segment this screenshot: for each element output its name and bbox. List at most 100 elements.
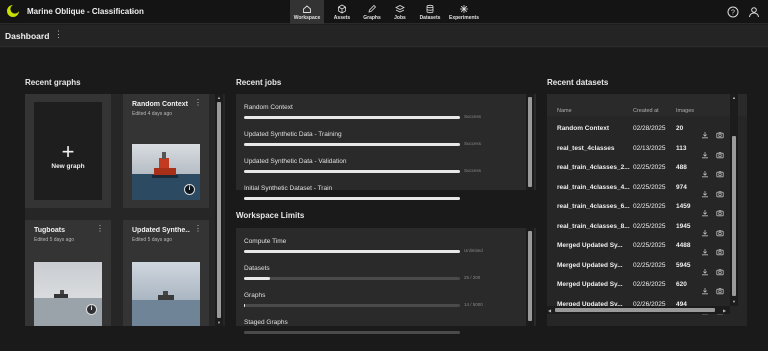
column-header-images[interactable]: Images: [676, 108, 694, 114]
table-row[interactable]: Merged Updated Sy... 02/25/2025 4488: [547, 239, 730, 258]
camera-icon[interactable]: [716, 243, 724, 256]
scroll-up-icon[interactable]: ▲: [732, 95, 736, 100]
tab-label: Assets: [333, 14, 351, 21]
scrollbar-thumb[interactable]: [217, 102, 221, 318]
camera-icon[interactable]: [716, 165, 724, 178]
dataset-name[interactable]: real_train_4classes_6...: [557, 203, 631, 210]
camera-icon[interactable]: [716, 204, 724, 217]
scroll-up-icon[interactable]: ▲: [217, 95, 221, 100]
job-row[interactable]: Updated Synthetic Data - Training Success: [236, 129, 522, 155]
graph-card[interactable]: Random Context Edited 4 days ago ⋮ i: [123, 94, 209, 208]
job-row[interactable]: Updated Synthetic Data - Validation Succe…: [236, 156, 522, 182]
tab-datasets[interactable]: Datasets: [416, 0, 444, 24]
svg-text:?: ?: [731, 10, 735, 17]
cube-icon: [338, 4, 346, 13]
camera-icon[interactable]: [716, 126, 724, 139]
job-status: Success: [464, 114, 482, 119]
limit-usage-fill: [244, 250, 460, 253]
limit-row: Staged Graphs: [236, 317, 522, 343]
scrollbar-thumb[interactable]: [528, 97, 532, 187]
new-graph-card[interactable]: + New graph: [25, 94, 111, 208]
download-icon[interactable]: [701, 282, 709, 295]
user-icon[interactable]: [748, 6, 760, 18]
sparkle-icon: [460, 4, 468, 13]
more-options-icon[interactable]: ⋮: [194, 98, 202, 107]
more-options-icon[interactable]: ⋮: [96, 224, 104, 233]
camera-icon[interactable]: [716, 224, 724, 236]
download-icon[interactable]: [701, 224, 709, 236]
top-navigation-bar: Marine Oblique - Classification ⌄ Worksp…: [0, 0, 768, 24]
tab-workspace[interactable]: Workspace: [290, 0, 324, 24]
job-name: Random Context: [244, 104, 293, 111]
page-header-bar: [0, 25, 768, 47]
tab-assets[interactable]: Assets: [328, 0, 356, 24]
tab-experiments[interactable]: Experiments: [447, 0, 481, 24]
table-row[interactable]: Random Context 02/28/2025 20: [547, 122, 730, 141]
scrollbar-thumb[interactable]: [555, 308, 715, 312]
chevron-down-icon[interactable]: ⌄: [129, 6, 136, 15]
dataset-name[interactable]: real_test_4classes: [557, 145, 631, 152]
camera-icon[interactable]: [716, 146, 724, 158]
graph-thumbnail: [34, 262, 102, 326]
table-row[interactable]: real_train_4classes_8... 02/25/2025 1945: [547, 220, 730, 239]
workspace-limits-panel: Compute Time Unlimited Datasets 25 / 200 Gra…: [236, 228, 536, 334]
dataset-name[interactable]: Merged Updated Sy...: [557, 281, 631, 288]
more-options-icon[interactable]: ⋮: [194, 224, 202, 233]
scrollbar-thumb[interactable]: [732, 136, 736, 296]
datasets-horizontal-scrollbar[interactable]: ◀ ▶: [547, 306, 730, 314]
table-row[interactable]: real_test_4classes 02/13/2025 113: [547, 142, 730, 161]
table-row[interactable]: real_train_4classes_6... 02/25/2025 1459: [547, 200, 730, 219]
help-icon[interactable]: ?: [727, 6, 739, 18]
scroll-down-icon[interactable]: ▼: [217, 320, 221, 325]
info-icon[interactable]: i: [184, 184, 195, 195]
job-progress-fill: [244, 170, 460, 173]
info-icon[interactable]: i: [86, 304, 97, 315]
limits-scrollbar[interactable]: [526, 228, 534, 326]
download-icon[interactable]: [701, 165, 709, 178]
download-icon[interactable]: [701, 146, 709, 158]
scroll-down-icon[interactable]: ▼: [732, 299, 736, 304]
column-header-created[interactable]: Created at: [633, 108, 659, 114]
scroll-left-icon[interactable]: ◀: [548, 308, 551, 313]
dataset-name[interactable]: Merged Updated Sy...: [557, 262, 631, 269]
dataset-name[interactable]: real_train_4classes_8...: [557, 223, 631, 230]
jobs-scrollbar[interactable]: [526, 94, 534, 190]
download-icon[interactable]: [701, 263, 709, 275]
camera-icon[interactable]: [716, 282, 724, 295]
job-name: Updated Synthetic Data - Validation: [244, 158, 347, 165]
graph-card[interactable]: Updated Synthe... Edited 5 days ago ⋮: [123, 220, 209, 326]
dataset-name[interactable]: real_train_4classes_4...: [557, 184, 631, 191]
download-icon[interactable]: [701, 243, 709, 256]
job-row[interactable]: Initial Synthetic Dataset - Train: [236, 183, 522, 209]
dataset-name[interactable]: Random Context: [557, 125, 631, 132]
project-name[interactable]: Marine Oblique - Classification: [27, 7, 144, 16]
dataset-name[interactable]: real_train_4classes_2...: [557, 164, 631, 171]
graph-card[interactable]: Tugboats Edited 5 days ago ⋮ i: [25, 220, 111, 326]
download-icon[interactable]: [701, 126, 709, 139]
job-row[interactable]: Random Context Success: [236, 102, 522, 128]
camera-icon[interactable]: [716, 263, 724, 275]
tab-graphs[interactable]: Graphs: [358, 0, 386, 24]
limit-value: 14 / 5000: [464, 302, 483, 307]
graphs-scrollbar[interactable]: ▲ ▼: [215, 94, 223, 326]
limit-row: Graphs 14 / 5000: [236, 290, 522, 316]
scroll-right-icon[interactable]: ▶: [723, 308, 726, 313]
datasets-scrollbar[interactable]: ▲ ▼: [730, 94, 738, 306]
table-row[interactable]: real_train_4classes_2... 02/25/2025 488: [547, 161, 730, 180]
column-header-name[interactable]: Name: [557, 108, 572, 114]
download-icon[interactable]: [701, 204, 709, 217]
app-logo-icon[interactable]: [6, 4, 20, 18]
dataset-name[interactable]: Merged Updated Sy...: [557, 242, 631, 249]
download-icon[interactable]: [701, 185, 709, 197]
recent-jobs-panel: Random Context Success Updated Synthetic D…: [236, 94, 536, 200]
camera-icon[interactable]: [716, 185, 724, 197]
job-progress-bar: [244, 197, 460, 200]
scrollbar-thumb[interactable]: [528, 231, 532, 321]
table-row[interactable]: Merged Updated Sy... 02/25/2025 5945: [547, 259, 730, 278]
more-options-icon[interactable]: ⋮: [54, 29, 63, 40]
tab-jobs[interactable]: Jobs: [388, 0, 412, 24]
new-graph-button[interactable]: + New graph: [34, 102, 102, 200]
table-row[interactable]: real_train_4classes_4... 02/25/2025 974: [547, 181, 730, 200]
table-row[interactable]: Merged Updated Sy... 02/26/2025 620: [547, 278, 730, 297]
dataset-images: 113: [676, 144, 687, 152]
